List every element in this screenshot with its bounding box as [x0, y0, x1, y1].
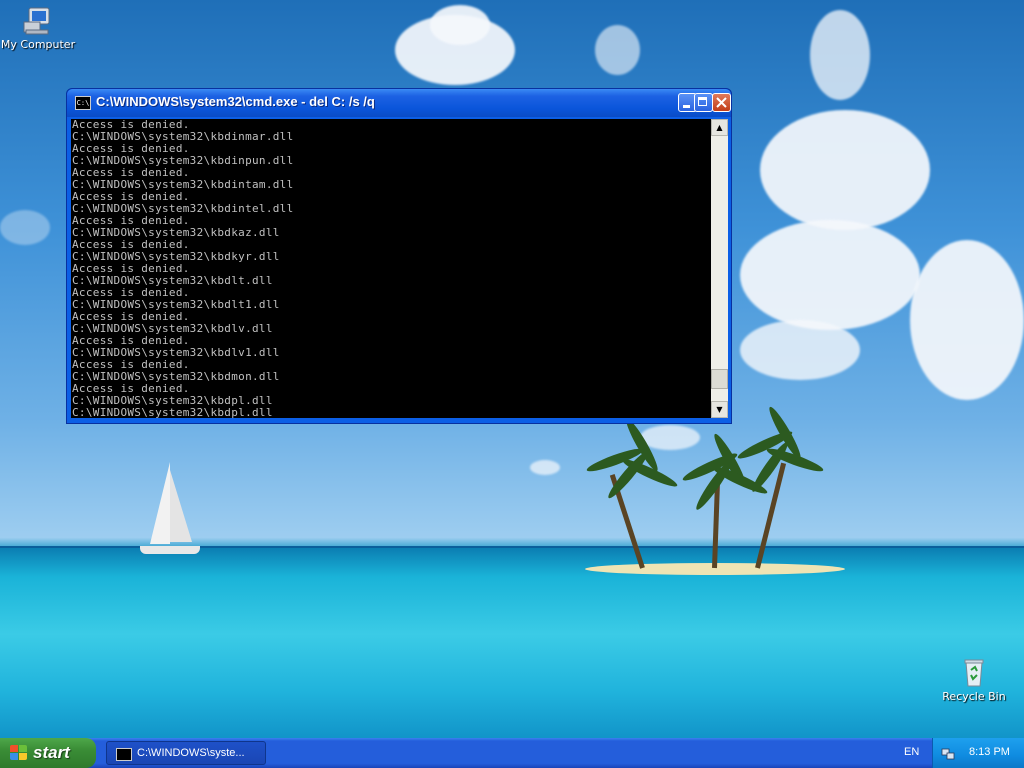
maximize-button[interactable]	[694, 93, 713, 112]
cloud	[595, 25, 640, 75]
taskbar: start C:\WINDOWS\syste... EN 8:13 PM	[0, 738, 1024, 768]
recycle-bin-icon	[958, 656, 990, 688]
cmd-window[interactable]: C:\ C:\WINDOWS\system32\cmd.exe - del C:…	[66, 88, 732, 424]
window-titlebar[interactable]: C:\ C:\WINDOWS\system32\cmd.exe - del C:…	[67, 89, 731, 117]
console-output[interactable]: Access is denied. C:\WINDOWS\system32\kbd…	[71, 119, 711, 418]
cmd-icon	[116, 748, 132, 761]
my-computer-label: My Computer	[0, 38, 76, 51]
sea	[0, 548, 1024, 740]
close-icon	[716, 97, 727, 108]
maximize-icon	[698, 97, 707, 106]
computer-icon	[22, 4, 54, 36]
language-indicator[interactable]: EN	[904, 746, 919, 758]
start-label: start	[33, 743, 70, 762]
network-icon[interactable]	[941, 746, 955, 760]
system-tray: 8:13 PM	[932, 738, 1024, 768]
cloud	[740, 320, 860, 380]
window-title: C:\WINDOWS\system32\cmd.exe - del C: /s …	[96, 94, 375, 109]
recycle-bin-shortcut[interactable]: Recycle Bin	[934, 656, 1014, 703]
scroll-up-button[interactable]: ▲	[711, 119, 728, 136]
cloud	[0, 210, 50, 245]
my-computer-shortcut[interactable]: My Computer	[0, 4, 78, 51]
taskbar-item-label: C:\WINDOWS\syste...	[137, 747, 245, 759]
vertical-scrollbar[interactable]: ▲ ▼	[711, 119, 728, 418]
scroll-down-button[interactable]: ▼	[711, 401, 728, 418]
recycle-bin-label: Recycle Bin	[942, 690, 1006, 703]
start-button[interactable]: start	[0, 738, 96, 768]
windows-logo-icon	[10, 745, 28, 761]
cmd-icon: C:\	[75, 96, 91, 110]
minimize-icon	[683, 105, 690, 108]
cloud	[760, 110, 930, 230]
clock[interactable]: 8:13 PM	[969, 746, 1010, 758]
cloud	[430, 5, 490, 45]
cloud	[810, 10, 870, 100]
console-line: C:\WINDOWS\system32\kbdpl.dll	[72, 406, 273, 419]
close-button[interactable]	[712, 93, 731, 112]
cloud	[740, 220, 920, 330]
cloud	[530, 460, 560, 475]
scroll-thumb[interactable]	[711, 368, 728, 389]
taskbar-item-cmd[interactable]: C:\WINDOWS\syste...	[106, 741, 266, 765]
cloud	[910, 240, 1024, 400]
